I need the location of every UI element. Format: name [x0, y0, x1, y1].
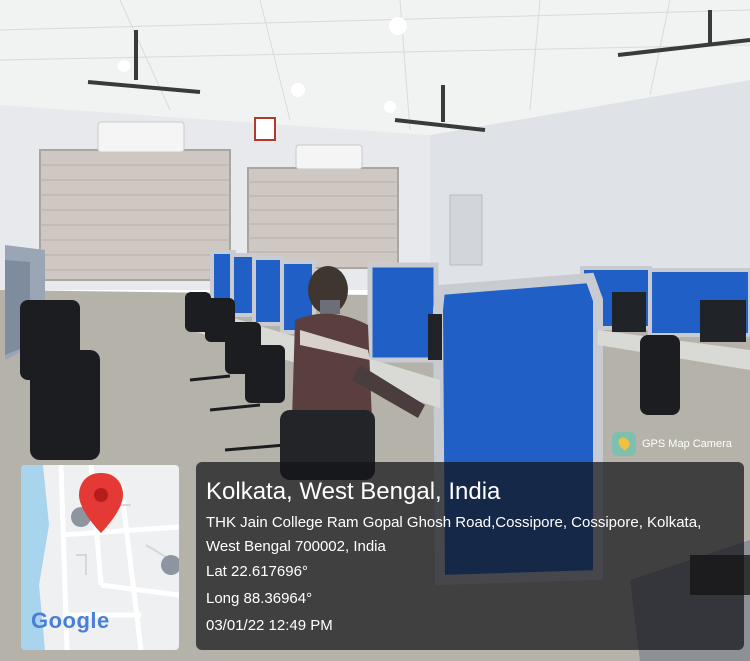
address-line-2: West Bengal 700002, India	[206, 538, 386, 555]
window-left	[39, 149, 231, 281]
ac-unit-left	[97, 121, 185, 153]
ac-unit-right	[295, 144, 363, 170]
timestamp: 03/01/22 12:49 PM	[206, 617, 333, 634]
wall-clock	[254, 117, 276, 141]
address-line-1: THK Jain College Ram Gopal Ghosh Road,Co…	[206, 514, 702, 531]
longitude: Long 88.36964°	[206, 590, 313, 607]
photo-frame: Google GPS Map Camera Kolkata, West Beng…	[0, 0, 750, 661]
gps-map-camera-badge: GPS Map Camera	[612, 432, 732, 456]
google-logo: Google	[31, 608, 110, 633]
gps-camera-icon	[612, 432, 636, 456]
monitor-right-1	[612, 292, 646, 332]
city-title: Kolkata, West Bengal, India	[206, 478, 501, 505]
latitude: Lat 22.617696°	[206, 563, 308, 580]
monitor-right-2	[700, 300, 746, 342]
window-right	[247, 167, 399, 269]
door	[449, 194, 483, 266]
gps-badge-label: GPS Map Camera	[642, 438, 732, 450]
monitor-center	[428, 314, 442, 360]
